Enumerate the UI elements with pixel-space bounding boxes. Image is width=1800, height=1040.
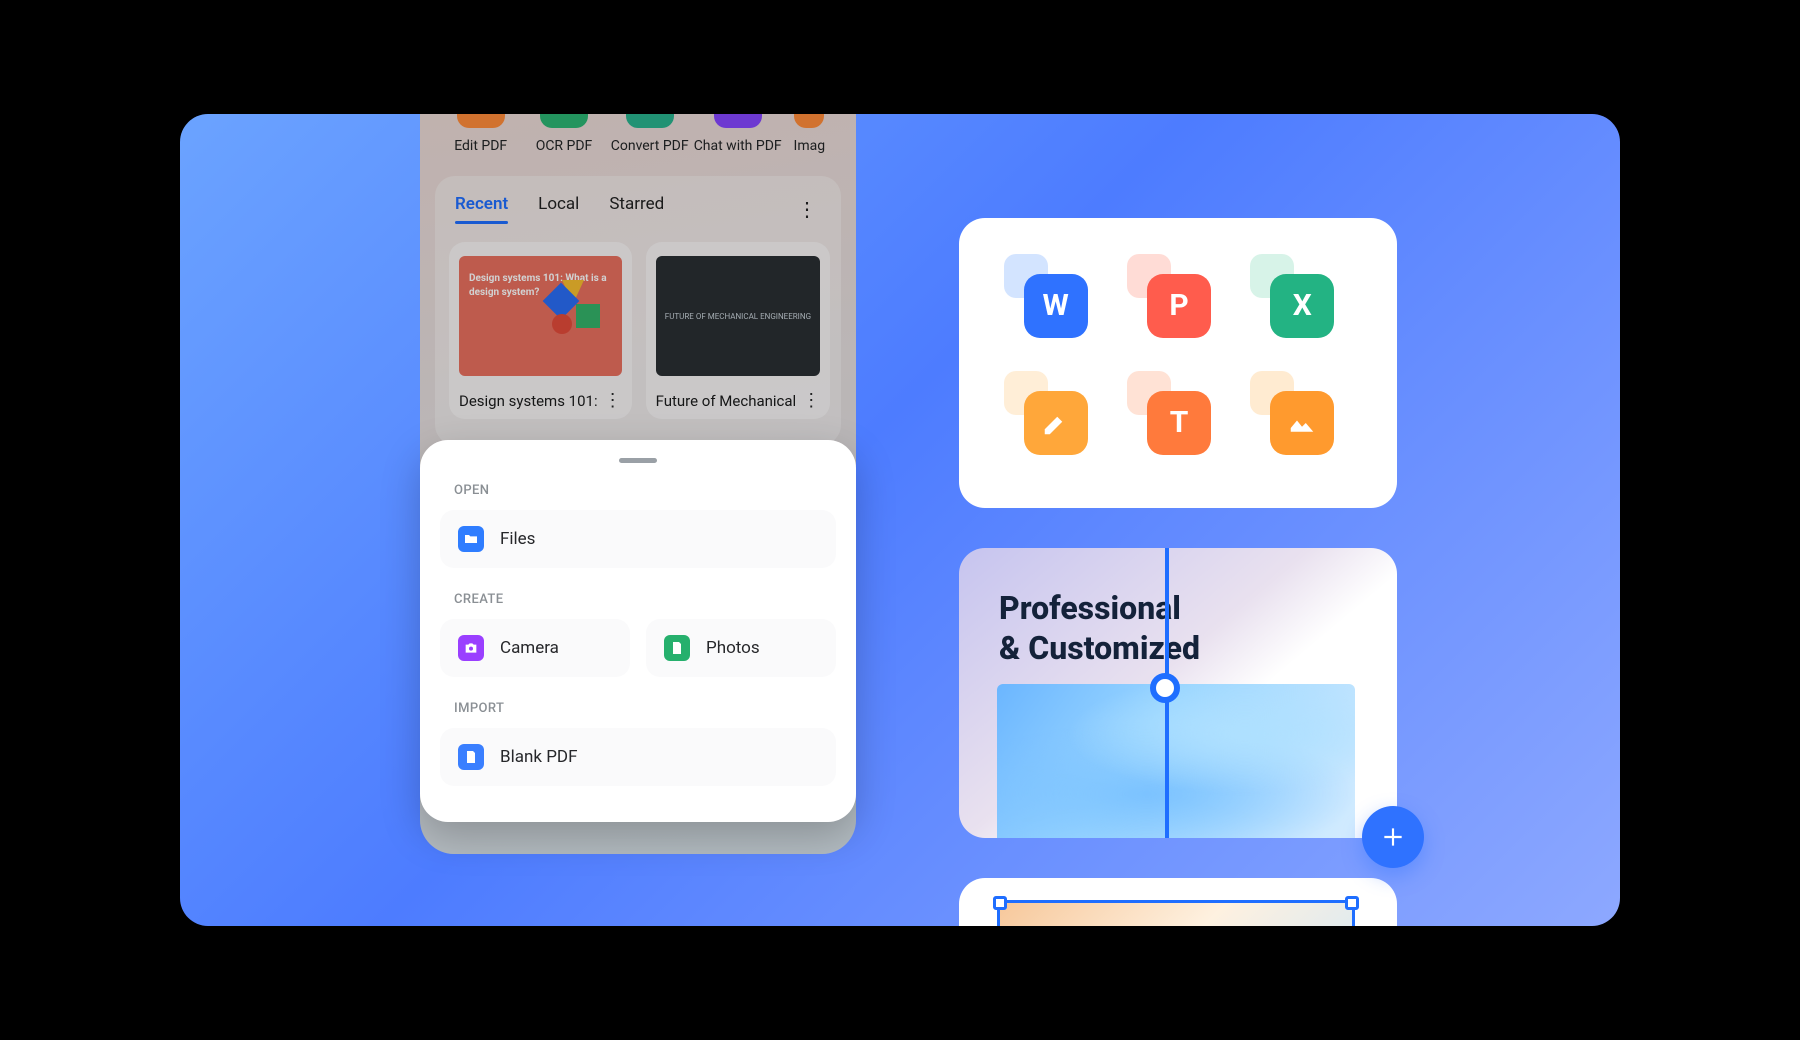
plus-icon xyxy=(1380,824,1406,850)
template-title: Professional & Customized xyxy=(999,588,1200,668)
formats-card: W P X T xyxy=(959,218,1397,508)
app-text-icon[interactable]: T xyxy=(1139,383,1217,461)
section-header-create: CREATE xyxy=(454,592,822,607)
create-camera-button[interactable]: Camera xyxy=(440,619,630,677)
add-fab[interactable] xyxy=(1362,806,1424,868)
title-line: Professional xyxy=(999,589,1181,627)
import-blank-pdf-button[interactable]: Blank PDF xyxy=(440,728,836,786)
template-card[interactable]: Professional & Customized xyxy=(959,548,1397,838)
item-label: Files xyxy=(500,529,535,549)
selection-box[interactable] xyxy=(997,900,1355,926)
resize-handle-tl[interactable] xyxy=(993,896,1007,910)
section-header-open: OPEN xyxy=(454,483,822,498)
stage: Edit PDF OCR PDF Convert PDF Chat with P… xyxy=(180,114,1620,926)
compare-preview xyxy=(997,684,1355,838)
item-label: Photos xyxy=(706,638,760,658)
compare-knob[interactable] xyxy=(1150,673,1180,703)
app-writer-icon[interactable]: W xyxy=(1016,266,1094,344)
blank-pdf-icon xyxy=(458,744,484,770)
app-image-icon[interactable] xyxy=(1262,383,1340,461)
crop-card[interactable] xyxy=(959,878,1397,926)
resize-handle-tr[interactable] xyxy=(1345,896,1359,910)
photos-icon xyxy=(664,635,690,661)
title-line: & Customized xyxy=(999,629,1200,667)
sheet-grabber[interactable] xyxy=(619,458,657,463)
section-header-import: IMPORT xyxy=(454,701,822,716)
create-sheet: OPEN Files CREATE Camera Photos IMPORT B… xyxy=(420,440,856,822)
camera-icon xyxy=(458,635,484,661)
item-label: Blank PDF xyxy=(500,747,577,767)
create-photos-button[interactable]: Photos xyxy=(646,619,836,677)
app-edit-icon[interactable] xyxy=(1016,383,1094,461)
app-spreadsheet-icon[interactable]: X xyxy=(1262,266,1340,344)
item-label: Camera xyxy=(500,638,559,658)
open-files-button[interactable]: Files xyxy=(440,510,836,568)
folder-icon xyxy=(458,526,484,552)
app-presentation-icon[interactable]: P xyxy=(1139,266,1217,344)
